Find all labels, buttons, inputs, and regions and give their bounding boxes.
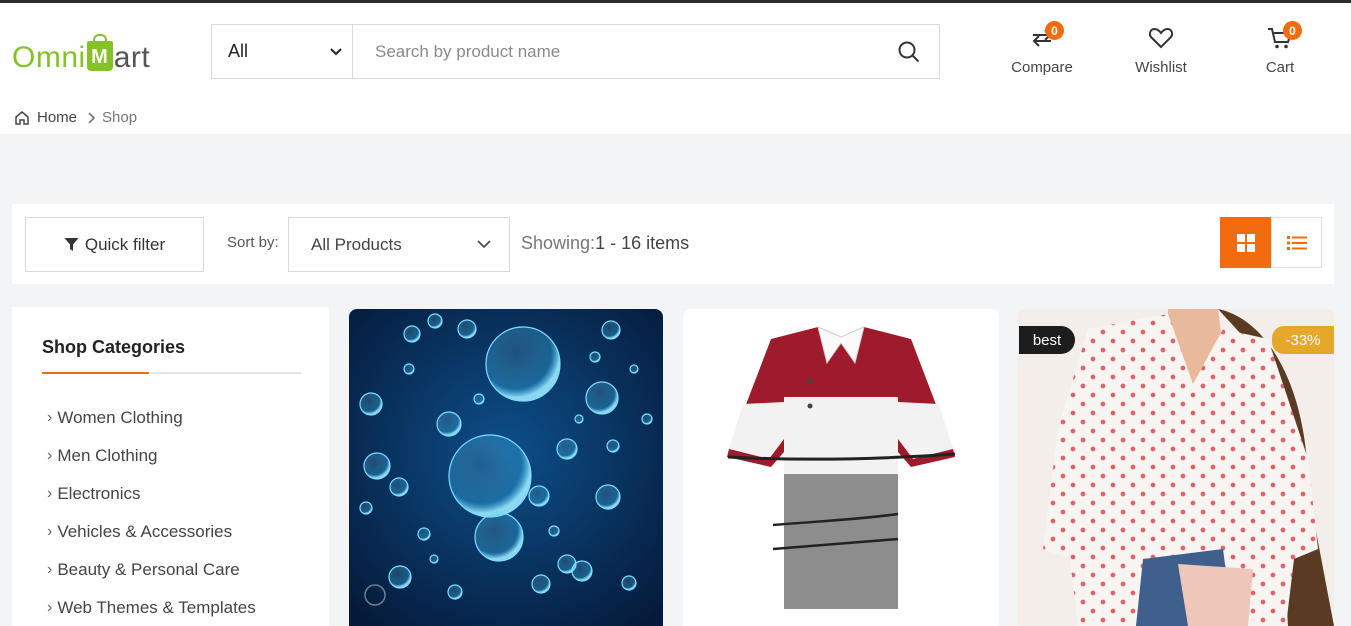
product-card[interactable] <box>349 309 663 626</box>
quick-filter-button[interactable]: Quick filter <box>25 217 204 272</box>
category-item-women-clothing[interactable]: › Women Clothing <box>47 408 256 446</box>
category-label: Vehicles & Accessories <box>57 522 233 541</box>
shop-categories-title: Shop Categories <box>42 337 186 357</box>
list-icon <box>1286 235 1307 250</box>
filter-icon <box>64 238 79 251</box>
chevron-down-icon <box>330 47 342 55</box>
site-header: Omni M art All Search by product name 0 … <box>0 3 1351 101</box>
breadcrumb: Home Shop <box>0 101 1351 134</box>
logo-text-part2: art <box>113 41 151 74</box>
breadcrumb-current: Shop <box>102 109 138 126</box>
breadcrumb-home-link[interactable]: Home <box>37 109 77 126</box>
product-image-polo-shirt[interactable] <box>683 309 999 626</box>
shopping-bag-logo-icon: M <box>86 34 113 71</box>
list-view-button[interactable] <box>1271 217 1322 268</box>
category-label: Electronics <box>57 484 141 503</box>
wishlist-button[interactable]: Wishlist <box>1121 23 1201 76</box>
chevron-right-icon: › <box>47 523 53 540</box>
cart-count-badge: 0 <box>1283 21 1302 40</box>
category-select[interactable]: All <box>212 25 353 78</box>
chevron-right-icon <box>88 111 96 124</box>
logo-bag-letter: M <box>91 46 109 68</box>
chevron-right-icon: › <box>47 485 53 502</box>
category-label: Beauty & Personal Care <box>57 560 240 579</box>
category-list: › Women Clothing › Men Clothing › Electroni… <box>47 408 256 626</box>
category-label: Men Clothing <box>57 446 158 465</box>
title-underline <box>42 372 301 374</box>
compare-label: Compare <box>1011 59 1073 76</box>
quick-filter-label: Quick filter <box>84 234 166 254</box>
showing-range: 1 - 16 items <box>595 233 690 253</box>
grid-view-button[interactable] <box>1220 217 1271 268</box>
chevron-down-icon <box>477 240 491 249</box>
category-label: Women Clothing <box>57 408 183 427</box>
omnimart-logo[interactable]: Omni M art <box>12 25 150 75</box>
logo-text-part1: Omni <box>12 41 86 74</box>
discount-badge: -33% <box>1272 326 1334 354</box>
category-item-vehicles[interactable]: › Vehicles & Accessories <box>47 522 256 560</box>
shop-toolbar: Quick filter Sort by: All Products Showi… <box>12 204 1334 284</box>
chevron-right-icon: › <box>47 599 53 616</box>
search-bar: All Search by product name <box>211 24 940 79</box>
category-item-beauty[interactable]: › Beauty & Personal Care <box>47 560 256 598</box>
category-item-electronics[interactable]: › Electronics <box>47 484 256 522</box>
product-card[interactable] <box>683 309 999 626</box>
chevron-right-icon: › <box>47 409 53 426</box>
heart-icon <box>1148 27 1174 49</box>
sort-select[interactable]: All Products <box>288 217 510 272</box>
category-label: Web Themes & Templates <box>57 598 256 617</box>
category-item-web-themes[interactable]: › Web Themes & Templates <box>47 598 256 626</box>
chevron-right-icon: › <box>47 447 53 464</box>
product-image-blouse[interactable] <box>1018 309 1334 626</box>
shop-categories-panel: Shop Categories › Women Clothing › Men Clo… <box>12 307 329 626</box>
category-item-men-clothing[interactable]: › Men Clothing <box>47 446 256 484</box>
home-icon <box>15 110 29 125</box>
sort-select-value: All Products <box>311 234 402 254</box>
grid-icon <box>1236 233 1255 252</box>
compare-count-badge: 0 <box>1045 21 1064 40</box>
cart-button[interactable]: 0 Cart <box>1240 21 1320 76</box>
best-tag-badge: best <box>1019 326 1075 354</box>
search-input[interactable]: Search by product name <box>353 25 879 78</box>
product-image-bubbles[interactable] <box>349 309 663 626</box>
chevron-right-icon: › <box>47 561 53 578</box>
search-button[interactable] <box>879 25 939 78</box>
compare-button[interactable]: 0 Compare <box>1002 21 1082 76</box>
wishlist-label: Wishlist <box>1135 59 1187 76</box>
cart-label: Cart <box>1265 59 1295 76</box>
product-card[interactable] <box>1018 309 1334 626</box>
category-select-value: All <box>228 41 249 61</box>
results-count: Showing:1 - 16 items <box>521 233 689 254</box>
sort-by-label: Sort by: <box>227 234 279 251</box>
showing-label: Showing: <box>521 233 596 253</box>
search-icon <box>898 41 920 62</box>
